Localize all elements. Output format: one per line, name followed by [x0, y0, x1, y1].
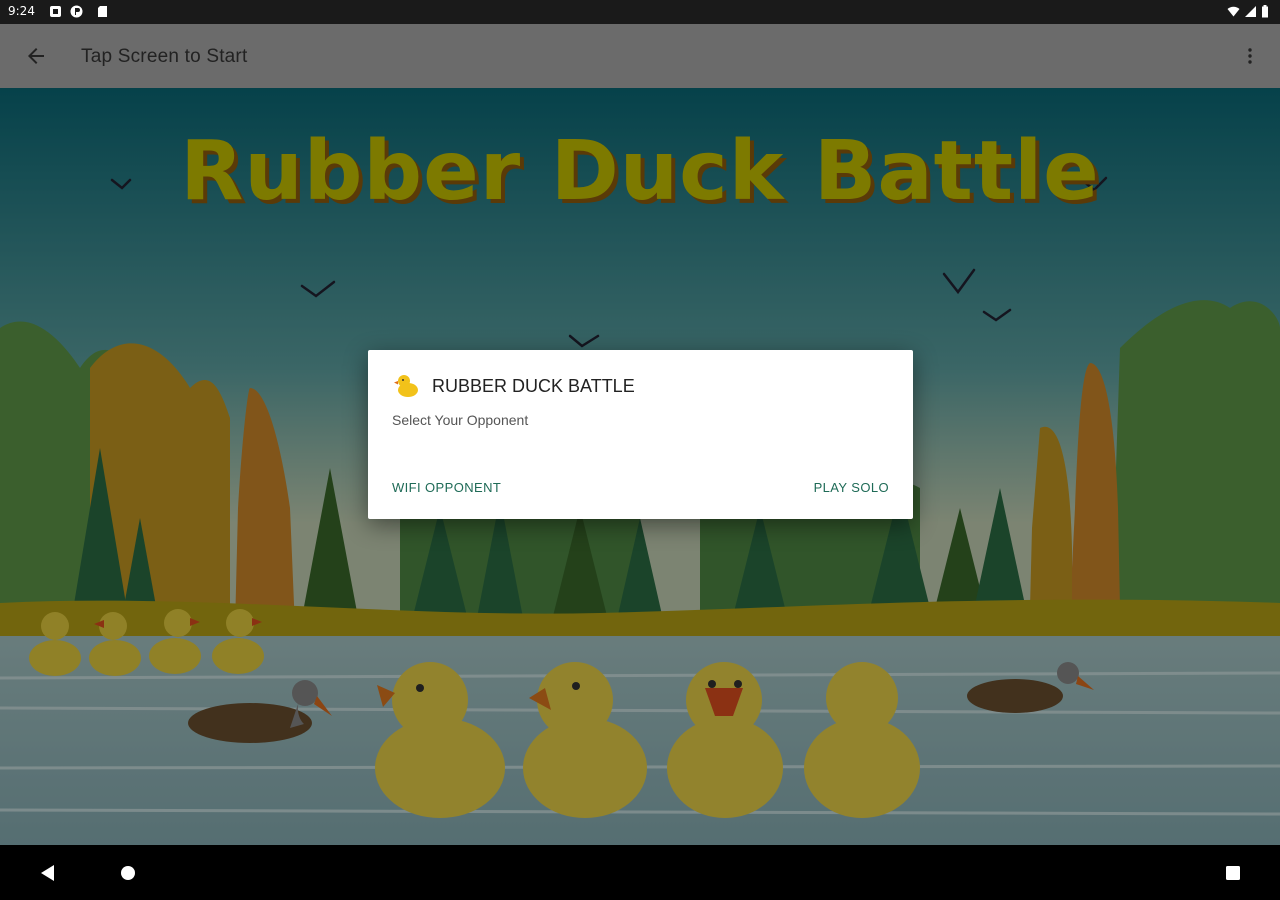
- wifi-icon: [1227, 6, 1240, 17]
- dialog-title: RUBBER DUCK BATTLE: [432, 376, 635, 396]
- sd-card-icon: [98, 6, 107, 17]
- nav-home-icon[interactable]: [119, 863, 137, 883]
- app-bar: Tap Screen to Start: [0, 24, 1280, 88]
- rubber-duck-icon: [394, 375, 418, 397]
- wifi-opponent-button[interactable]: WIFI OPPONENT: [392, 480, 501, 495]
- arrow-left-icon[interactable]: [24, 44, 48, 68]
- opponent-dialog: RUBBER DUCK BATTLE Select Your Opponent …: [368, 350, 913, 519]
- dialog-message: Select Your Opponent: [392, 412, 529, 428]
- play-solo-button[interactable]: PLAY SOLO: [814, 480, 889, 495]
- nav-back-icon[interactable]: [38, 863, 56, 883]
- signal-icon: [1245, 6, 1256, 17]
- app-notification-icon: [70, 5, 83, 18]
- navigation-bar: [0, 845, 1280, 900]
- app-title: Tap Screen to Start: [81, 46, 248, 67]
- status-bar: 9:24: [0, 0, 1280, 24]
- notification-icon: [50, 6, 61, 17]
- battery-icon: [1262, 5, 1268, 18]
- game-title: Rubber Duck Battle: [180, 124, 1100, 219]
- status-time: 9:24: [8, 4, 35, 18]
- nav-recents-icon[interactable]: [1224, 863, 1242, 883]
- more-vert-icon[interactable]: [1238, 44, 1262, 68]
